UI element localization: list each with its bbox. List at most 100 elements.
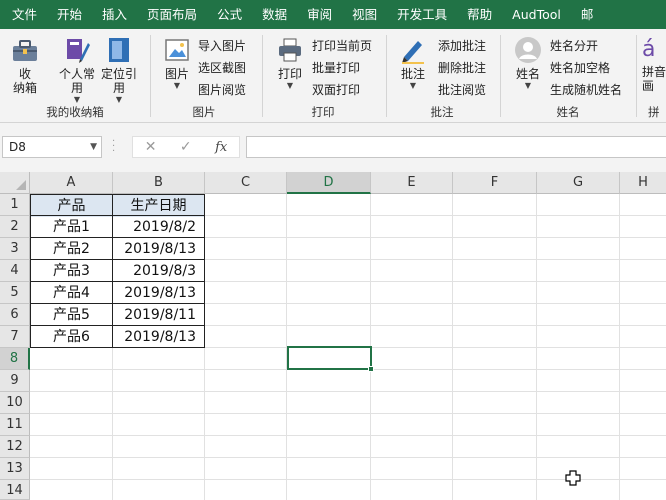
duplex-print-button[interactable]: 双面打印 <box>312 79 360 99</box>
table-header-production-date[interactable]: 生产日期 <box>113 195 204 217</box>
column-header-h[interactable]: H <box>620 172 666 194</box>
storage-box-button[interactable]: 收 纳箱 <box>6 35 44 95</box>
column-header-f[interactable]: F <box>453 172 537 194</box>
table-cell-date[interactable]: 2019/8/11 <box>113 304 204 326</box>
chevron-down-icon[interactable]: ▼ <box>90 137 97 157</box>
ribbon-divider <box>636 35 637 117</box>
fill-handle[interactable] <box>368 366 374 372</box>
add-comment-button[interactable]: 添加批注 <box>438 35 486 55</box>
ribbon-divider <box>262 35 263 117</box>
menu-page-layout[interactable]: 页面布局 <box>137 0 207 29</box>
menu-developer[interactable]: 开发工具 <box>387 0 457 29</box>
ribbon: 收 纳箱 个人常 用 ▼ 定位引 用 ▼ 我的收纳箱 图片 ▼ 导入图片 选区截… <box>0 29 666 123</box>
group-label-name: 姓名 <box>556 105 580 119</box>
column-header-b[interactable]: B <box>113 172 205 194</box>
formula-buttons: ✕ ✓ fx <box>132 136 240 158</box>
group-label-picture: 图片 <box>192 105 216 119</box>
name-button[interactable]: 姓名 ▼ <box>508 35 548 91</box>
select-all-button[interactable] <box>0 172 30 194</box>
row-header-11[interactable]: 11 <box>0 414 30 436</box>
table-cell-product[interactable]: 产品4 <box>31 282 112 304</box>
row-header-1[interactable]: 1 <box>0 194 30 216</box>
area-screenshot-button[interactable]: 选区截图 <box>198 57 246 77</box>
import-picture-label: 导入图片 <box>198 38 247 53</box>
menu-mail[interactable]: 邮 <box>571 0 604 29</box>
row-header-6[interactable]: 6 <box>0 304 30 326</box>
group-comment: 批注 ▼ 添加批注 删除批注 批注阅览 批注 <box>388 29 496 123</box>
column-header-c[interactable]: C <box>205 172 287 194</box>
insert-function-icon[interactable]: fx <box>215 140 227 155</box>
table-cell-product[interactable]: 产品2 <box>31 238 112 260</box>
formula-input[interactable] <box>246 136 666 158</box>
browse-comment-button[interactable]: 批注阅览 <box>438 79 486 99</box>
row-header-3[interactable]: 3 <box>0 238 30 260</box>
active-cell-selection[interactable] <box>287 346 372 370</box>
cancel-icon[interactable]: ✕ <box>145 139 157 155</box>
menu-help[interactable]: 帮助 <box>457 0 502 29</box>
menu-review[interactable]: 审阅 <box>297 0 342 29</box>
enter-icon[interactable]: ✓ <box>180 139 192 155</box>
comment-button[interactable]: 批注 ▼ <box>394 35 432 91</box>
delete-comment-button[interactable]: 删除批注 <box>438 57 486 77</box>
batch-print-button[interactable]: 批量打印 <box>312 57 360 77</box>
print-button[interactable]: 打印 ▼ <box>272 35 308 91</box>
comment-label: 批注 <box>400 67 425 81</box>
browse-comment-label: 批注阅览 <box>438 82 487 97</box>
name-box[interactable]: D8 ▼ <box>2 136 102 158</box>
table-border <box>30 237 205 238</box>
import-picture-button[interactable]: 导入图片 <box>198 35 246 55</box>
area-screenshot-label: 选区截图 <box>198 60 247 75</box>
table-cell-date[interactable]: 2019/8/13 <box>113 326 204 348</box>
select-all-icon <box>16 180 26 190</box>
table-cell-date[interactable]: 2019/8/13 <box>113 282 204 304</box>
row-header-13[interactable]: 13 <box>0 458 30 480</box>
table-cell-product[interactable]: 产品1 <box>31 216 112 238</box>
column-header-d[interactable]: D <box>287 172 371 194</box>
table-cell-product[interactable]: 产品3 <box>31 260 112 282</box>
menu-view[interactable]: 视图 <box>342 0 387 29</box>
group-picture: 图片 ▼ 导入图片 选区截图 图片阅览 图片 <box>152 29 256 123</box>
row-header-12[interactable]: 12 <box>0 436 30 458</box>
split-name-label: 姓名分开 <box>550 38 599 53</box>
row-header-4[interactable]: 4 <box>0 260 30 282</box>
name-add-space-button[interactable]: 姓名加空格 <box>550 57 610 77</box>
menu-formulas[interactable]: 公式 <box>207 0 252 29</box>
random-name-button[interactable]: 生成随机姓名 <box>550 79 622 99</box>
pinyin-button[interactable]: á 拼音 画 <box>642 35 666 93</box>
table-border <box>30 259 205 260</box>
group-label-pinyin: 拼 <box>648 105 660 119</box>
table-cell-date[interactable]: 2019/8/13 <box>113 238 204 260</box>
split-name-button[interactable]: 姓名分开 <box>550 35 598 55</box>
table-cell-date[interactable]: 2019/8/3 <box>113 260 204 282</box>
row-header-10[interactable]: 10 <box>0 392 30 414</box>
table-header-product[interactable]: 产品 <box>31 195 112 217</box>
locate-reference-button[interactable]: 定位引 用 ▼ <box>98 35 140 105</box>
row-header-5[interactable]: 5 <box>0 282 30 304</box>
table-border <box>30 215 205 216</box>
row-header-2[interactable]: 2 <box>0 216 30 238</box>
menu-file[interactable]: 文件 <box>0 0 47 29</box>
table-border <box>204 194 205 348</box>
table-cell-product[interactable]: 产品6 <box>31 326 112 348</box>
column-header-g[interactable]: G <box>537 172 620 194</box>
menu-home[interactable]: 开始 <box>47 0 92 29</box>
row-header-14[interactable]: 14 <box>0 480 30 500</box>
row-header-7[interactable]: 7 <box>0 326 30 348</box>
picture-button[interactable]: 图片 ▼ <box>160 35 194 91</box>
menu-data[interactable]: 数据 <box>252 0 297 29</box>
table-cell-date[interactable]: 2019/8/2 <box>113 216 204 238</box>
drag-handle-icon[interactable]: · · · <box>112 137 116 157</box>
row-header-9[interactable]: 9 <box>0 370 30 392</box>
picture-label: 图片 <box>164 67 189 81</box>
picture-browse-button[interactable]: 图片阅览 <box>198 79 246 99</box>
row-header-8[interactable]: 8 <box>0 348 30 370</box>
menu-audtool[interactable]: AudTool <box>502 0 571 29</box>
column-header-e[interactable]: E <box>371 172 453 194</box>
column-header-a[interactable]: A <box>30 172 113 194</box>
menu-insert[interactable]: 插入 <box>92 0 137 29</box>
table-border <box>30 281 205 282</box>
print-current-page-button[interactable]: 打印当前页 <box>312 35 372 55</box>
table-cell-product[interactable]: 产品5 <box>31 304 112 326</box>
personal-favorites-button[interactable]: 个人常 用 ▼ <box>56 35 98 105</box>
gridline <box>30 413 666 414</box>
